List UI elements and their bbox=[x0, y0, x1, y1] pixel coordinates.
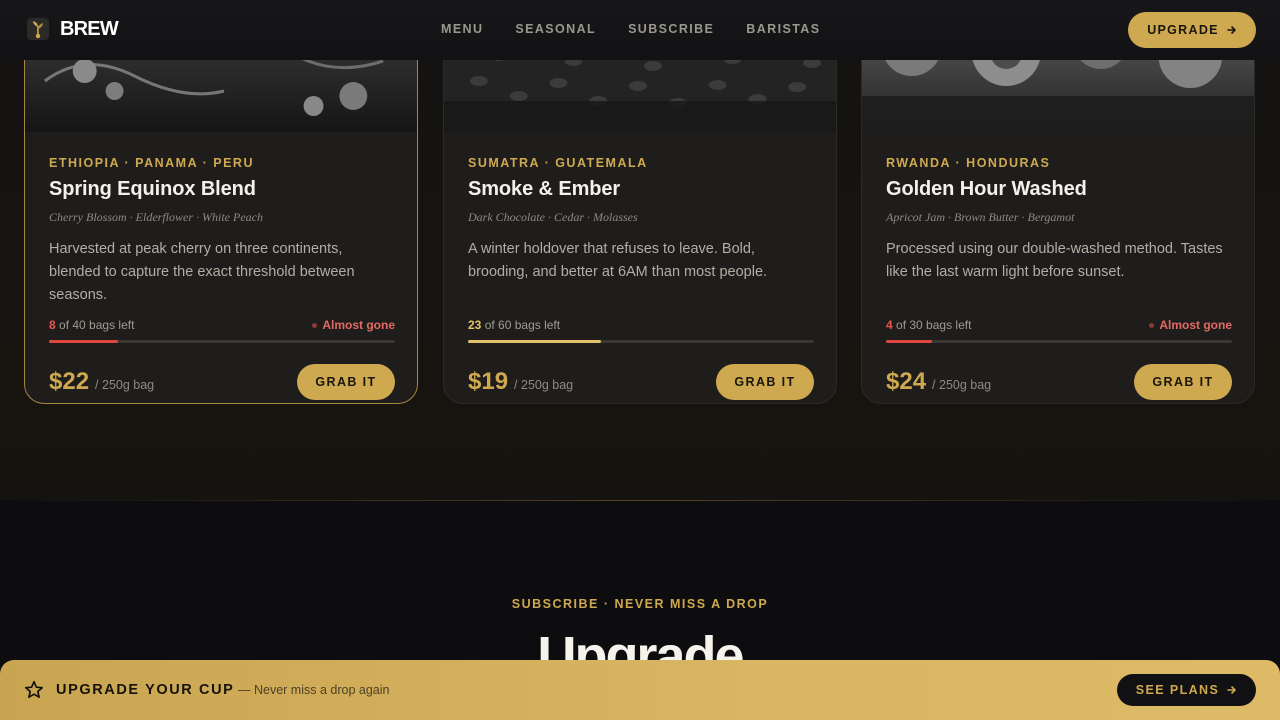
upgrade-banner: UPGRADE YOUR CUP — Never miss a drop aga… bbox=[0, 660, 1280, 720]
price: $22 / 250g bag bbox=[49, 368, 154, 396]
subscribe-kicker: SUBSCRIBE · NEVER MISS A DROP bbox=[511, 597, 769, 611]
status-badge: Almost gone bbox=[1149, 318, 1232, 332]
product-origin: RWANDA · HONDURAS bbox=[886, 156, 1051, 170]
stock-progress-bar bbox=[468, 340, 814, 343]
grab-it-button[interactable]: GRAB IT bbox=[716, 364, 814, 400]
product-card: SUMATRA · GUATEMALA Smoke & Ember Dark C… bbox=[443, 20, 837, 404]
price-unit: / 250g bag bbox=[95, 378, 155, 392]
star-icon bbox=[24, 680, 44, 699]
product-name: Spring Equinox Blend bbox=[49, 178, 256, 200]
nav-item-baristas[interactable]: BARISTAS bbox=[746, 22, 820, 36]
price-value: $22 bbox=[49, 368, 90, 395]
stock-progress-fill bbox=[886, 340, 933, 343]
nav-item-menu[interactable]: MENU bbox=[441, 22, 483, 36]
stock-progress-fill bbox=[468, 340, 601, 343]
stock-count: 8 of 40 bags left bbox=[49, 318, 135, 332]
main-nav: MENU SEASONAL SUBSCRIBE BARISTAS bbox=[441, 22, 852, 36]
stock-count: 23 of 60 bags left bbox=[468, 318, 561, 332]
stock-progress-bar bbox=[886, 340, 1232, 343]
price-unit: / 250g bag bbox=[514, 378, 574, 392]
banner-title: UPGRADE YOUR CUP bbox=[56, 682, 235, 698]
arrow-right-icon bbox=[1227, 686, 1237, 694]
coffee-plant-icon bbox=[27, 18, 49, 40]
grab-it-button[interactable]: GRAB IT bbox=[1134, 364, 1232, 400]
price-unit: / 250g bag bbox=[932, 378, 992, 392]
banner-subtitle: — Never miss a drop again bbox=[238, 683, 390, 697]
tasting-notes: Cherry Blossom · Elderflower · White Pea… bbox=[49, 210, 263, 224]
product-card: ETHIOPIA · PANAMA · PERU Spring Equinox … bbox=[24, 20, 418, 404]
upgrade-button[interactable]: UPGRADE bbox=[1128, 12, 1256, 48]
product-description: A winter holdover that refuses to leave.… bbox=[468, 241, 768, 280]
grab-it-button[interactable]: GRAB IT bbox=[297, 364, 395, 400]
product-description: Harvested at peak cherry on three contin… bbox=[49, 241, 355, 303]
product-card: RWANDA · HONDURAS Golden Hour Washed Apr… bbox=[861, 20, 1255, 404]
price: $19 / 250g bag bbox=[468, 368, 573, 396]
price-value: $24 bbox=[886, 368, 927, 395]
see-plans-label: SEE PLANS bbox=[1135, 683, 1220, 697]
stock-progress-bar bbox=[49, 340, 395, 343]
seasonal-products-section: ETHIOPIA · PANAMA · PERU Spring Equinox … bbox=[0, 0, 1280, 500]
product-description: Processed using our double-washed method… bbox=[886, 241, 1223, 280]
brand-name: BREW bbox=[60, 17, 119, 40]
status-badge: Almost gone bbox=[312, 318, 395, 332]
tasting-notes: Dark Chocolate · Cedar · Molasses bbox=[468, 210, 638, 224]
see-plans-button[interactable]: SEE PLANS bbox=[1117, 674, 1256, 706]
price: $24 / 250g bag bbox=[886, 368, 991, 396]
price-value: $19 bbox=[468, 368, 509, 395]
stock-count: 4 of 30 bags left bbox=[886, 318, 972, 332]
tasting-notes: Apricot Jam · Brown Butter · Bergamot bbox=[886, 210, 1075, 224]
product-origin: ETHIOPIA · PANAMA · PERU bbox=[49, 156, 254, 170]
arrow-right-icon bbox=[1226, 26, 1236, 34]
nav-item-seasonal[interactable]: SEASONAL bbox=[515, 22, 596, 36]
upgrade-button-label: UPGRADE bbox=[1147, 23, 1219, 37]
status-dot-icon bbox=[1149, 322, 1155, 328]
nav-item-subscribe[interactable]: SUBSCRIBE bbox=[628, 22, 714, 36]
brand-logo[interactable]: BREW bbox=[26, 17, 119, 41]
product-name: Golden Hour Washed bbox=[886, 178, 1087, 200]
product-name: Smoke & Ember bbox=[468, 178, 621, 200]
product-origin: SUMATRA · GUATEMALA bbox=[468, 156, 648, 170]
stock-progress-fill bbox=[49, 340, 119, 343]
top-navigation-bar: BREW MENU SEASONAL SUBSCRIBE BARISTAS UP… bbox=[0, 0, 1280, 60]
status-dot-icon bbox=[312, 322, 318, 328]
